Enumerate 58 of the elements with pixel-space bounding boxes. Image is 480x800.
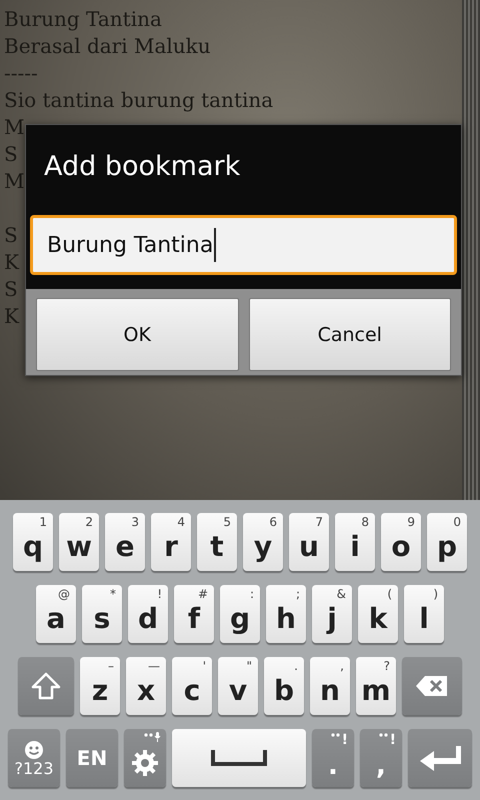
letter-key[interactable]: ; h	[266, 585, 306, 643]
text-line: -----	[4, 60, 38, 87]
language-key[interactable]: EN	[66, 729, 118, 787]
letter-key[interactable]: ! d	[128, 585, 168, 643]
letter-key[interactable]: 7 u	[289, 513, 329, 571]
text-line: Berasal dari Maluku	[4, 33, 211, 60]
punctuation-key[interactable]: ! .	[312, 729, 354, 787]
letter-key[interactable]: ( k	[358, 585, 398, 643]
letter-key[interactable]: 5 t	[197, 513, 237, 571]
symbols-key[interactable]: ?123	[8, 729, 60, 787]
input-field[interactable]: Burung Tantina	[30, 215, 457, 275]
letter-key[interactable]: 2 w	[59, 513, 99, 571]
enter-icon	[418, 744, 462, 772]
letter-key[interactable]: : g	[220, 585, 260, 643]
text-line: M	[4, 168, 24, 195]
text-line: Sio tantina burung tantina	[4, 87, 274, 114]
letter-key[interactable]: 1 q	[13, 513, 53, 571]
letter-key[interactable]: " v	[218, 657, 258, 715]
letter-key[interactable]: ' c	[172, 657, 212, 715]
backspace-icon	[415, 674, 449, 698]
dialog-title: Add bookmark	[43, 150, 240, 184]
settings-icon	[131, 749, 159, 777]
text-line: Burung Tantina	[4, 6, 162, 33]
dialog-button[interactable]: Cancel	[248, 298, 451, 371]
letter-key[interactable]: 4 r	[151, 513, 191, 571]
dots-microphone-icon	[143, 731, 163, 743]
letter-key[interactable]: – z	[80, 657, 120, 715]
letter-key[interactable]: & j	[312, 585, 352, 643]
dots-icon	[378, 733, 388, 737]
letter-key[interactable]: 6 y	[243, 513, 283, 571]
text-line: M	[4, 114, 24, 141]
space-key[interactable]	[172, 729, 306, 787]
text-line: S	[4, 141, 18, 168]
dots-icon	[330, 733, 340, 737]
settings-key[interactable]	[124, 729, 166, 787]
enter-key[interactable]	[408, 729, 472, 787]
smiley-icon	[24, 740, 44, 760]
letter-key[interactable]: # f	[174, 585, 214, 643]
dialog-button[interactable]: OK	[36, 298, 238, 371]
backspace-key[interactable]	[402, 657, 462, 715]
letter-key[interactable]: . b	[264, 657, 304, 715]
letter-key[interactable]: * s	[82, 585, 122, 643]
letter-key[interactable]: 0 p	[427, 513, 467, 571]
letter-key[interactable]: 8 i	[335, 513, 375, 571]
letter-key[interactable]: ? m	[356, 657, 396, 715]
text-line: S	[4, 222, 18, 249]
text-cursor	[214, 228, 216, 262]
shift-icon	[31, 671, 61, 701]
punctuation-key[interactable]: ! ,	[360, 729, 402, 787]
text-line: K	[4, 249, 19, 276]
letter-key[interactable]: 3 e	[105, 513, 145, 571]
letter-key[interactable]: , n	[310, 657, 350, 715]
letter-key[interactable]: ) l	[404, 585, 444, 643]
shift-key[interactable]	[18, 657, 74, 715]
letter-key[interactable]: 9 o	[381, 513, 421, 571]
letter-key[interactable]: — x	[126, 657, 166, 715]
letter-key[interactable]: @ a	[36, 585, 76, 643]
space-icon	[211, 750, 267, 766]
